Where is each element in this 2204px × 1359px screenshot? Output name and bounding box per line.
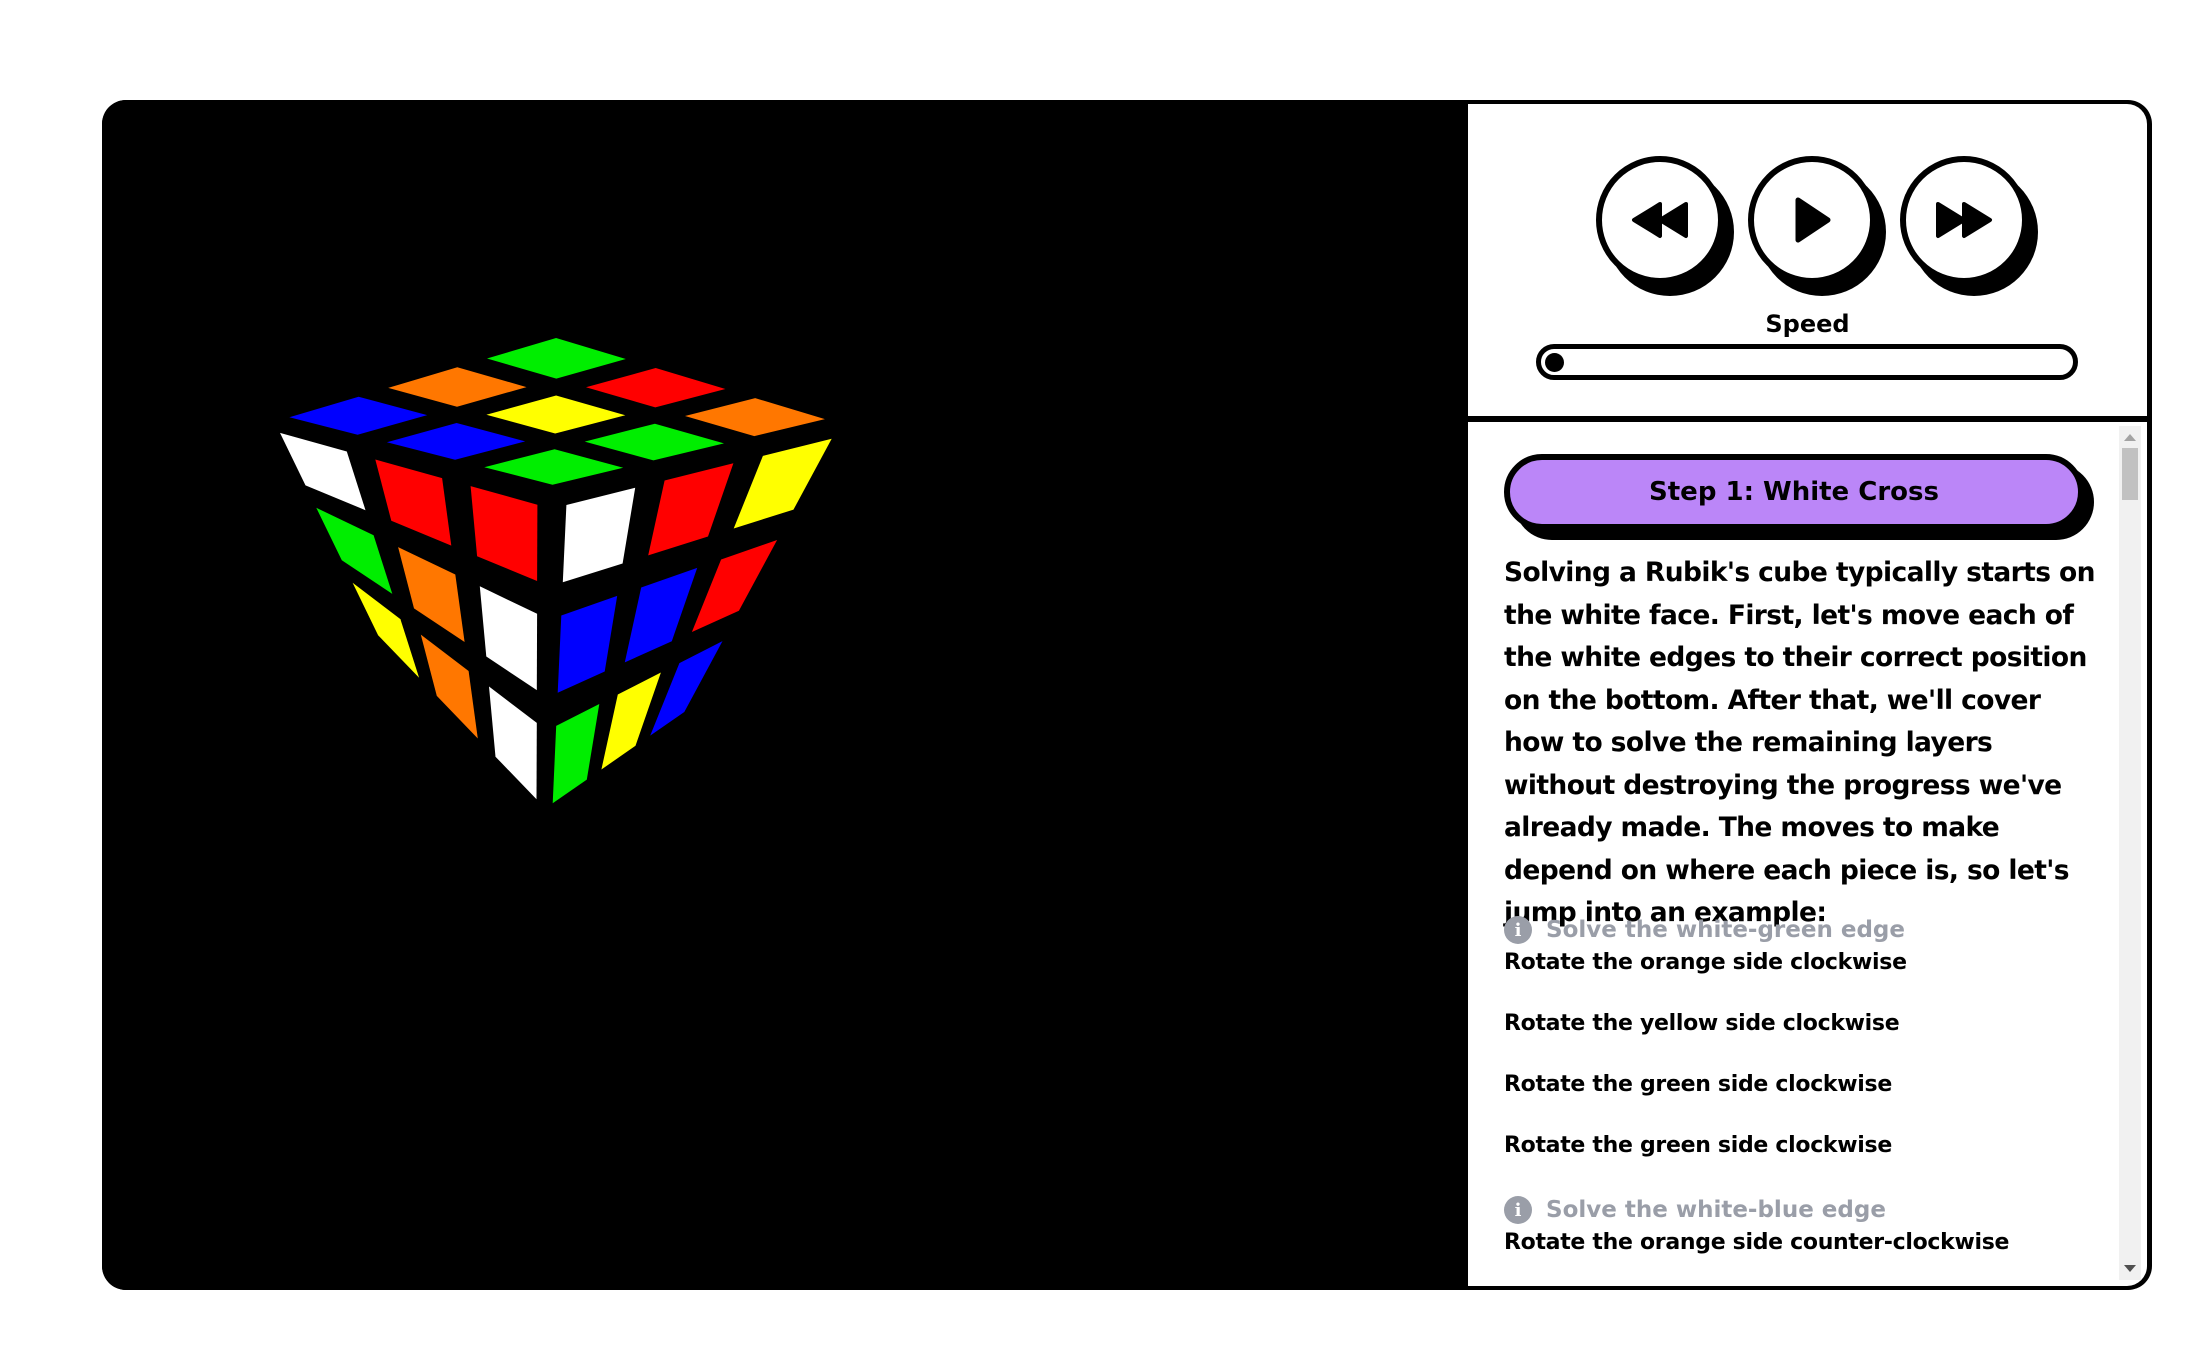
rewind-button[interactable] bbox=[1596, 156, 1724, 284]
section-heading: i Solve the white-green edge bbox=[1504, 916, 1905, 944]
step-content[interactable]: Step 1: White Cross Solving a Rubik's cu… bbox=[1468, 422, 2147, 1286]
cube-left-face bbox=[255, 413, 557, 830]
tutorial-panel: Speed Step 1: White Cross Solving a Rubi… bbox=[1468, 104, 2147, 1286]
scroll-down-arrow-icon[interactable] bbox=[2124, 1265, 2136, 1272]
info-icon: i bbox=[1504, 916, 1532, 944]
cube-right-face bbox=[540, 415, 860, 830]
section-heading-text: Solve the white-green edge bbox=[1546, 917, 1905, 943]
section-heading-text: Solve the white-blue edge bbox=[1546, 1197, 1886, 1223]
move-item: Rotate the green side clockwise bbox=[1504, 1133, 1892, 1158]
step-title: Step 1: White Cross bbox=[1504, 454, 2084, 530]
cube-viewport[interactable] bbox=[102, 100, 1468, 1290]
fast-forward-icon bbox=[1936, 202, 1992, 238]
speed-slider-thumb[interactable] bbox=[1545, 353, 1564, 372]
play-button[interactable] bbox=[1748, 156, 1876, 284]
scroll-up-arrow-icon[interactable] bbox=[2124, 434, 2136, 441]
move-item: Rotate the green side clockwise bbox=[1504, 1072, 1892, 1097]
rewind-icon bbox=[1632, 202, 1688, 238]
fast-forward-button[interactable] bbox=[1900, 156, 2028, 284]
section-heading: i Solve the white-blue edge bbox=[1504, 1196, 1886, 1224]
speed-label: Speed bbox=[1765, 310, 1850, 338]
scrollbar[interactable] bbox=[2119, 426, 2141, 1280]
rubiks-cube[interactable] bbox=[102, 100, 1468, 1290]
cube-solver-app: Speed Step 1: White Cross Solving a Rubi… bbox=[102, 100, 2152, 1290]
move-item: Rotate the orange side counter-clockwise bbox=[1504, 1230, 2010, 1255]
speed-slider[interactable] bbox=[1536, 344, 2078, 380]
info-icon: i bbox=[1504, 1196, 1532, 1224]
move-item: Rotate the yellow side clockwise bbox=[1504, 1011, 1900, 1036]
step-intro: Solving a Rubik's cube typically starts … bbox=[1504, 557, 2095, 928]
move-item: Rotate the orange side clockwise bbox=[1504, 950, 1907, 975]
play-icon bbox=[1795, 197, 1831, 243]
scroll-thumb[interactable] bbox=[2122, 448, 2138, 500]
playback-controls: Speed bbox=[1468, 104, 2147, 422]
